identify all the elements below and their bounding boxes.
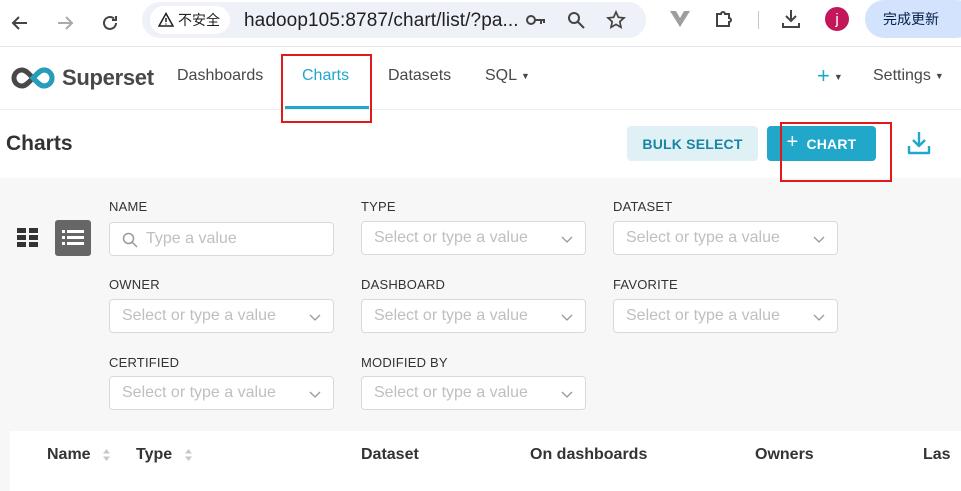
profile-avatar[interactable]: j: [825, 7, 849, 31]
plus-icon: +: [817, 63, 830, 88]
grid-view-icon: [17, 228, 38, 247]
column-header-label: Name: [47, 446, 91, 463]
forward-button[interactable]: [50, 8, 80, 38]
plus-icon: +: [786, 131, 799, 153]
filter-name-label: NAME: [109, 199, 148, 214]
address-bar[interactable]: 不安全 hadoop105:8787/chart/list/?pa...: [142, 2, 646, 38]
security-indicator[interactable]: 不安全: [150, 6, 230, 34]
nav-charts[interactable]: Charts: [302, 67, 349, 85]
active-tab-indicator: [285, 106, 369, 109]
reload-icon: [103, 15, 117, 30]
nav-new-menu[interactable]: + ▼: [817, 63, 843, 89]
add-chart-button[interactable]: + CHART: [767, 126, 876, 161]
filter-owner-placeholder: Select or type a value: [122, 307, 276, 324]
browser-update-button[interactable]: 完成更新: [865, 0, 961, 38]
warning-icon: [158, 12, 174, 27]
logo-text: Superset: [62, 65, 154, 90]
column-header-name[interactable]: Name: [47, 446, 111, 464]
filter-dashboard-select[interactable]: Select or type a value: [361, 299, 586, 333]
filter-modified-by-label: MODIFIED BY: [361, 355, 448, 370]
security-label: 不安全: [178, 12, 220, 28]
sort-icon: [103, 448, 111, 461]
filter-name-input[interactable]: Type a value: [109, 222, 334, 256]
password-key-icon[interactable]: [526, 10, 546, 30]
filter-name-placeholder: Type a value: [146, 230, 237, 247]
import-download-icon: [907, 132, 931, 155]
page-title: Charts: [6, 132, 73, 155]
filter-type-placeholder: Select or type a value: [374, 229, 528, 246]
nav-dashboards[interactable]: Dashboards: [177, 67, 263, 85]
column-header-owners[interactable]: Owners: [755, 446, 814, 464]
nav-sql-label: SQL: [485, 67, 518, 84]
nav-settings-label: Settings: [873, 67, 931, 84]
filter-certified-select[interactable]: Select or type a value: [109, 376, 334, 410]
column-header-last-modified[interactable]: Las: [923, 446, 951, 464]
caret-down-icon: ▼: [833, 72, 843, 83]
toolbar-separator: [758, 11, 759, 29]
chevron-down-icon: [561, 314, 573, 321]
filter-dataset-select[interactable]: Select or type a value: [613, 221, 838, 255]
reload-button[interactable]: [95, 8, 125, 38]
nav-sql[interactable]: SQL ▼: [485, 67, 530, 85]
nav-datasets[interactable]: Datasets: [388, 67, 451, 85]
column-header-dataset[interactable]: Dataset: [361, 446, 419, 464]
zoom-icon[interactable]: [566, 10, 586, 30]
card-view-toggle[interactable]: [10, 220, 46, 256]
chevron-down-icon: [561, 236, 573, 243]
nav-settings[interactable]: Settings ▼: [873, 67, 944, 85]
list-view-icon: [62, 230, 84, 245]
filter-dataset-placeholder: Select or type a value: [626, 229, 780, 246]
filter-owner-select[interactable]: Select or type a value: [109, 299, 334, 333]
column-header-label: Type: [136, 446, 173, 463]
list-view-toggle[interactable]: [55, 220, 91, 256]
filter-owner-label: OWNER: [109, 277, 160, 292]
filter-modified-by-placeholder: Select or type a value: [374, 384, 528, 401]
bookmark-star-icon[interactable]: [606, 10, 626, 30]
forward-arrow-icon: [58, 16, 74, 30]
filter-dataset-label: DATASET: [613, 199, 673, 214]
filter-favorite-select[interactable]: Select or type a value: [613, 299, 838, 333]
superset-logo-icon: [11, 67, 55, 89]
import-button[interactable]: [905, 129, 933, 157]
column-header-on-dashboards[interactable]: On dashboards: [530, 446, 647, 464]
filter-type-label: TYPE: [361, 199, 396, 214]
caret-down-icon: ▼: [934, 70, 944, 81]
chevron-down-icon: [561, 391, 573, 398]
filter-dashboard-label: DASHBOARD: [361, 277, 446, 292]
superset-logo[interactable]: Superset: [10, 65, 154, 91]
chevron-down-icon: [813, 236, 825, 243]
browser-toolbar: 不安全 hadoop105:8787/chart/list/?pa... j 完…: [0, 0, 961, 46]
caret-down-icon: ▼: [521, 70, 530, 81]
app-navbar: Superset Dashboards Charts Datasets SQL ▼…: [0, 47, 961, 110]
bulk-select-button[interactable]: BULK SELECT: [627, 126, 758, 161]
filter-favorite-placeholder: Select or type a value: [626, 307, 780, 324]
extensions-icon[interactable]: [711, 6, 737, 32]
filter-type-select[interactable]: Select or type a value: [361, 221, 586, 255]
add-chart-label: CHART: [806, 135, 857, 152]
column-header-type[interactable]: Type: [136, 446, 192, 464]
filter-favorite-label: FAVORITE: [613, 277, 678, 292]
chevron-down-icon: [309, 391, 321, 398]
filter-dashboard-placeholder: Select or type a value: [374, 307, 528, 324]
page-header: Charts BULK SELECT + CHART: [0, 110, 961, 178]
charts-table: Name Type Dataset On dashboards Owners L…: [10, 431, 961, 491]
back-button[interactable]: [5, 8, 35, 38]
chevron-down-icon: [813, 314, 825, 321]
filter-modified-by-select[interactable]: Select or type a value: [361, 376, 586, 410]
sort-icon: [184, 448, 192, 461]
downloads-icon[interactable]: [778, 6, 804, 32]
chevron-down-icon: [309, 314, 321, 321]
filter-certified-label: CERTIFIED: [109, 355, 180, 370]
back-arrow-icon: [11, 16, 27, 30]
url-text[interactable]: hadoop105:8787/chart/list/?pa...: [244, 10, 519, 32]
search-icon: [122, 232, 138, 248]
vue-devtools-icon[interactable]: [667, 6, 693, 32]
filter-certified-placeholder: Select or type a value: [122, 384, 276, 401]
